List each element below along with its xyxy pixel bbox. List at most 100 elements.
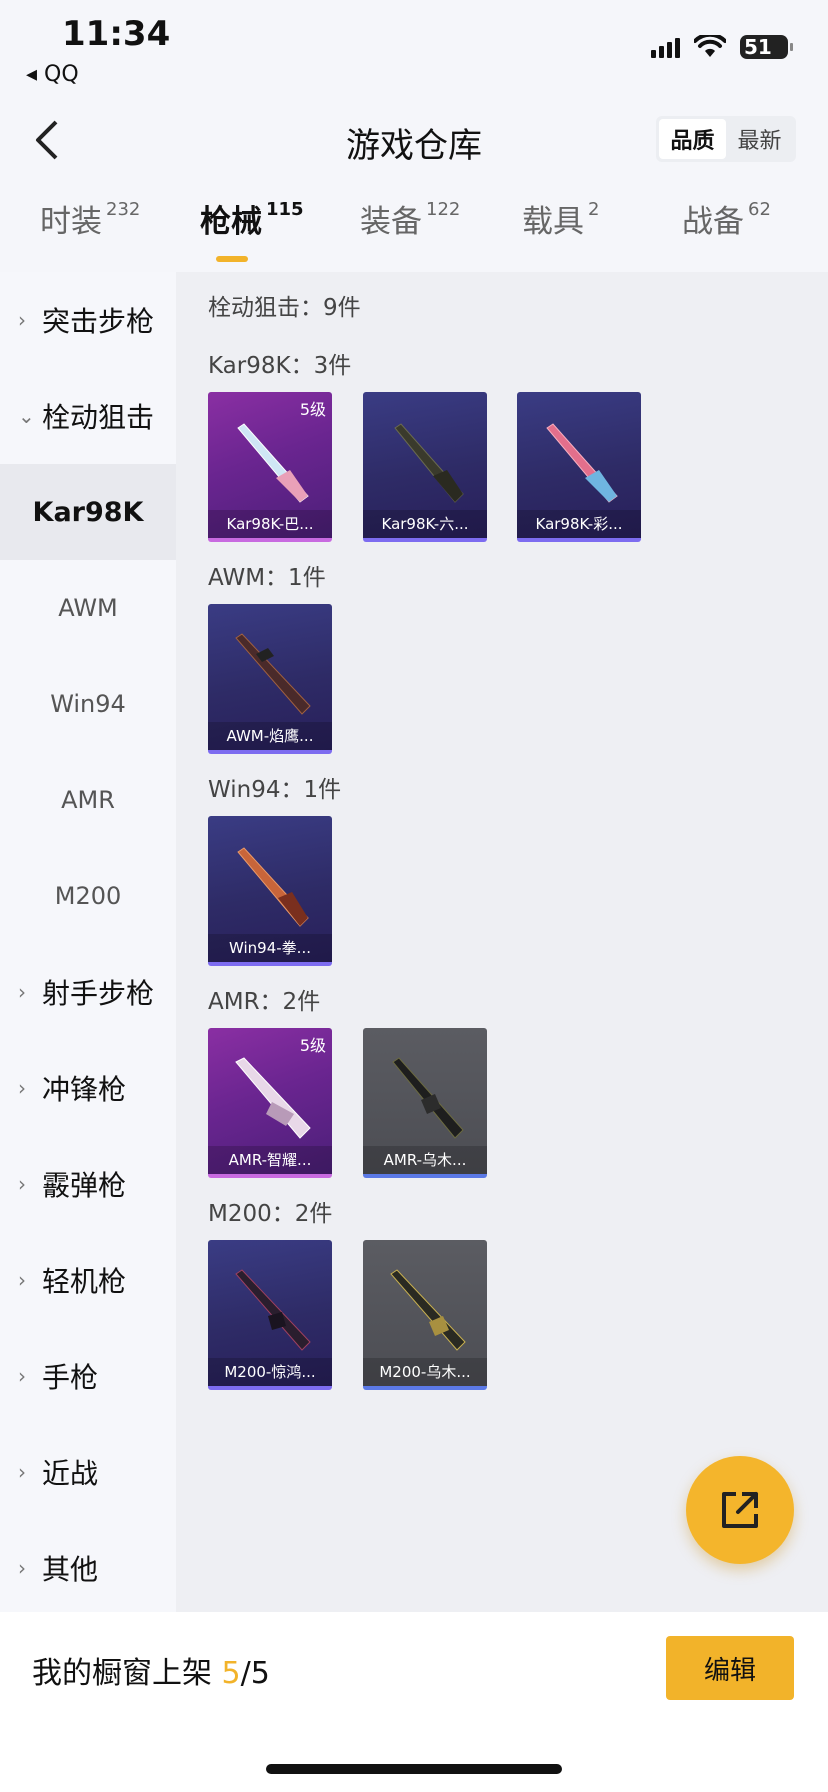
tab-count: 2 (588, 198, 600, 220)
shelf-status: 我的橱窗上架 5/5 (32, 1648, 270, 1692)
section-title-kar98k: Kar98K：3件 (208, 353, 352, 379)
sidebar-sub-kar98k[interactable]: Kar98K (0, 464, 176, 560)
item-card[interactable]: Kar98K-彩... (517, 392, 641, 542)
share-icon (722, 1492, 758, 1528)
section-title-win94: Win94：1件 (208, 777, 342, 803)
battery-icon: 51 (740, 35, 793, 59)
sidebar-sub-m200[interactable]: M200 (0, 848, 176, 944)
chevron-right-icon: › (18, 1268, 26, 1292)
rifle-icon (235, 633, 311, 715)
rifle-icon (237, 423, 309, 503)
wifi-icon (694, 35, 726, 57)
signal-icon (651, 36, 680, 58)
sidebar-item-label: 其他 (42, 1553, 99, 1586)
sidebar-item-label: 冲锋枪 (42, 1073, 127, 1106)
item-card[interactable]: AMR-乌木... (363, 1028, 487, 1178)
sidebar: › 突击步枪 ⌄ 栓动狙击 Kar98K AWM Win94 AMR M200 › 射… (0, 272, 176, 1612)
share-button[interactable] (686, 1456, 794, 1564)
section-title-m200: M200：2件 (208, 1201, 333, 1227)
tab-count: 122 (426, 198, 461, 220)
tab-fashion[interactable]: 时装 232 (40, 196, 140, 241)
tab-guns[interactable]: 枪械 115 (200, 196, 304, 241)
sidebar-item-assault-rifle[interactable]: › 突击步枪 (0, 272, 176, 368)
item-card[interactable]: 5级 Kar98K-巴... (208, 392, 332, 542)
item-name: M200-乌木... (363, 1358, 487, 1386)
sidebar-sub-amr[interactable]: AMR (0, 752, 176, 848)
section-title-amr: AMR：2件 (208, 989, 321, 1015)
sidebar-item-other[interactable]: › 其他 (0, 1520, 176, 1616)
header: 游戏仓库 品质 最新 (0, 100, 828, 180)
sidebar-sub-awm[interactable]: AWM (0, 560, 176, 656)
tab-count: 115 (266, 198, 304, 220)
item-name: AMR-智耀... (208, 1146, 332, 1174)
sidebar-item-label: 近战 (42, 1457, 99, 1490)
sidebar-item-shotgun[interactable]: › 霰弹枪 (0, 1136, 176, 1232)
item-name: M200-惊鸿... (208, 1358, 332, 1386)
rifle-icon (237, 847, 309, 927)
item-card[interactable]: Kar98K-六... (363, 392, 487, 542)
tab-label: 时装 (40, 204, 102, 240)
item-name: Kar98K-彩... (517, 510, 641, 538)
chevron-right-icon: › (18, 980, 26, 1004)
sort-newest-button[interactable]: 最新 (726, 119, 793, 159)
item-name: Win94-拳... (208, 934, 332, 962)
shelf-total: /5 (240, 1656, 270, 1691)
item-card[interactable]: M200-惊鸿... (208, 1240, 332, 1390)
rifle-icon (392, 1057, 464, 1139)
sidebar-item-pistol[interactable]: › 手枪 (0, 1328, 176, 1424)
sidebar-item-label: 轻机枪 (42, 1265, 127, 1298)
item-list: 栓动狙击：9件 Kar98K：3件 5级 Kar98K-巴... Kar98K-… (176, 272, 828, 1612)
home-indicator[interactable] (266, 1764, 562, 1774)
sidebar-item-marksman-rifle[interactable]: › 射手步枪 (0, 944, 176, 1040)
sidebar-item-label: 射手步枪 (42, 977, 155, 1010)
sidebar-item-bolt-sniper[interactable]: ⌄ 栓动狙击 (0, 368, 176, 464)
sidebar-item-smg[interactable]: › 冲锋枪 (0, 1040, 176, 1136)
rifle-icon (394, 423, 464, 503)
tab-label: 枪械 (200, 204, 262, 240)
section-title-awm: AWM：1件 (208, 565, 326, 591)
item-name: Kar98K-巴... (208, 510, 332, 538)
tab-count: 62 (748, 198, 771, 220)
status-icons: 51 (651, 32, 793, 62)
chevron-right-icon: › (18, 1172, 26, 1196)
item-name: Kar98K-六... (363, 510, 487, 538)
sort-toggle[interactable]: 品质 最新 (656, 116, 796, 162)
rifle-icon (390, 1269, 466, 1351)
group-title: 栓动狙击：9件 (208, 295, 361, 321)
sidebar-item-label: 霰弹枪 (42, 1169, 127, 1202)
tab-equipment[interactable]: 装备 122 (360, 196, 460, 241)
tab-label: 装备 (360, 204, 422, 240)
status-time: 11:34 (62, 14, 171, 54)
chevron-down-icon: ⌄ (18, 404, 35, 428)
sidebar-item-label: 栓动狙击 (42, 401, 155, 434)
chevron-right-icon: › (18, 1364, 26, 1388)
sidebar-item-melee[interactable]: › 近战 (0, 1424, 176, 1520)
sort-quality-button[interactable]: 品质 (659, 119, 726, 159)
item-name: AMR-乌木... (363, 1146, 487, 1174)
rifle-icon (235, 1269, 311, 1351)
category-tabs: 时装 232 枪械 115 装备 122 载具 2 战备 62 (0, 196, 828, 274)
item-card[interactable]: 5级 AMR-智耀... (208, 1028, 332, 1178)
item-card[interactable]: Win94-拳... (208, 816, 332, 966)
chevron-right-icon: › (18, 1556, 26, 1580)
shelf-count: 5 (221, 1656, 241, 1691)
edit-button[interactable]: 编辑 (666, 1636, 794, 1700)
chevron-right-icon: › (18, 1460, 26, 1484)
item-card[interactable]: AWM-焰鹰... (208, 604, 332, 754)
item-name: AWM-焰鹰... (208, 722, 332, 750)
item-card[interactable]: M200-乌木... (363, 1240, 487, 1390)
tab-label: 载具 (522, 204, 584, 240)
status-bar: 11:34 ◂ QQ 51 (0, 0, 828, 100)
rifle-icon (546, 423, 618, 503)
shelf-label: 我的橱窗上架 (32, 1656, 222, 1691)
chevron-right-icon: › (18, 308, 26, 332)
sidebar-item-label: 手枪 (42, 1361, 99, 1394)
sidebar-item-lmg[interactable]: › 轻机枪 (0, 1232, 176, 1328)
tab-supplies[interactable]: 战备 62 (682, 196, 771, 241)
rifle-icon (235, 1057, 311, 1139)
tab-vehicles[interactable]: 载具 2 (522, 196, 599, 241)
tab-count: 232 (106, 198, 141, 220)
sidebar-sub-win94[interactable]: Win94 (0, 656, 176, 752)
chevron-right-icon: › (18, 1076, 26, 1100)
back-to-app-link[interactable]: ◂ QQ (26, 62, 79, 87)
